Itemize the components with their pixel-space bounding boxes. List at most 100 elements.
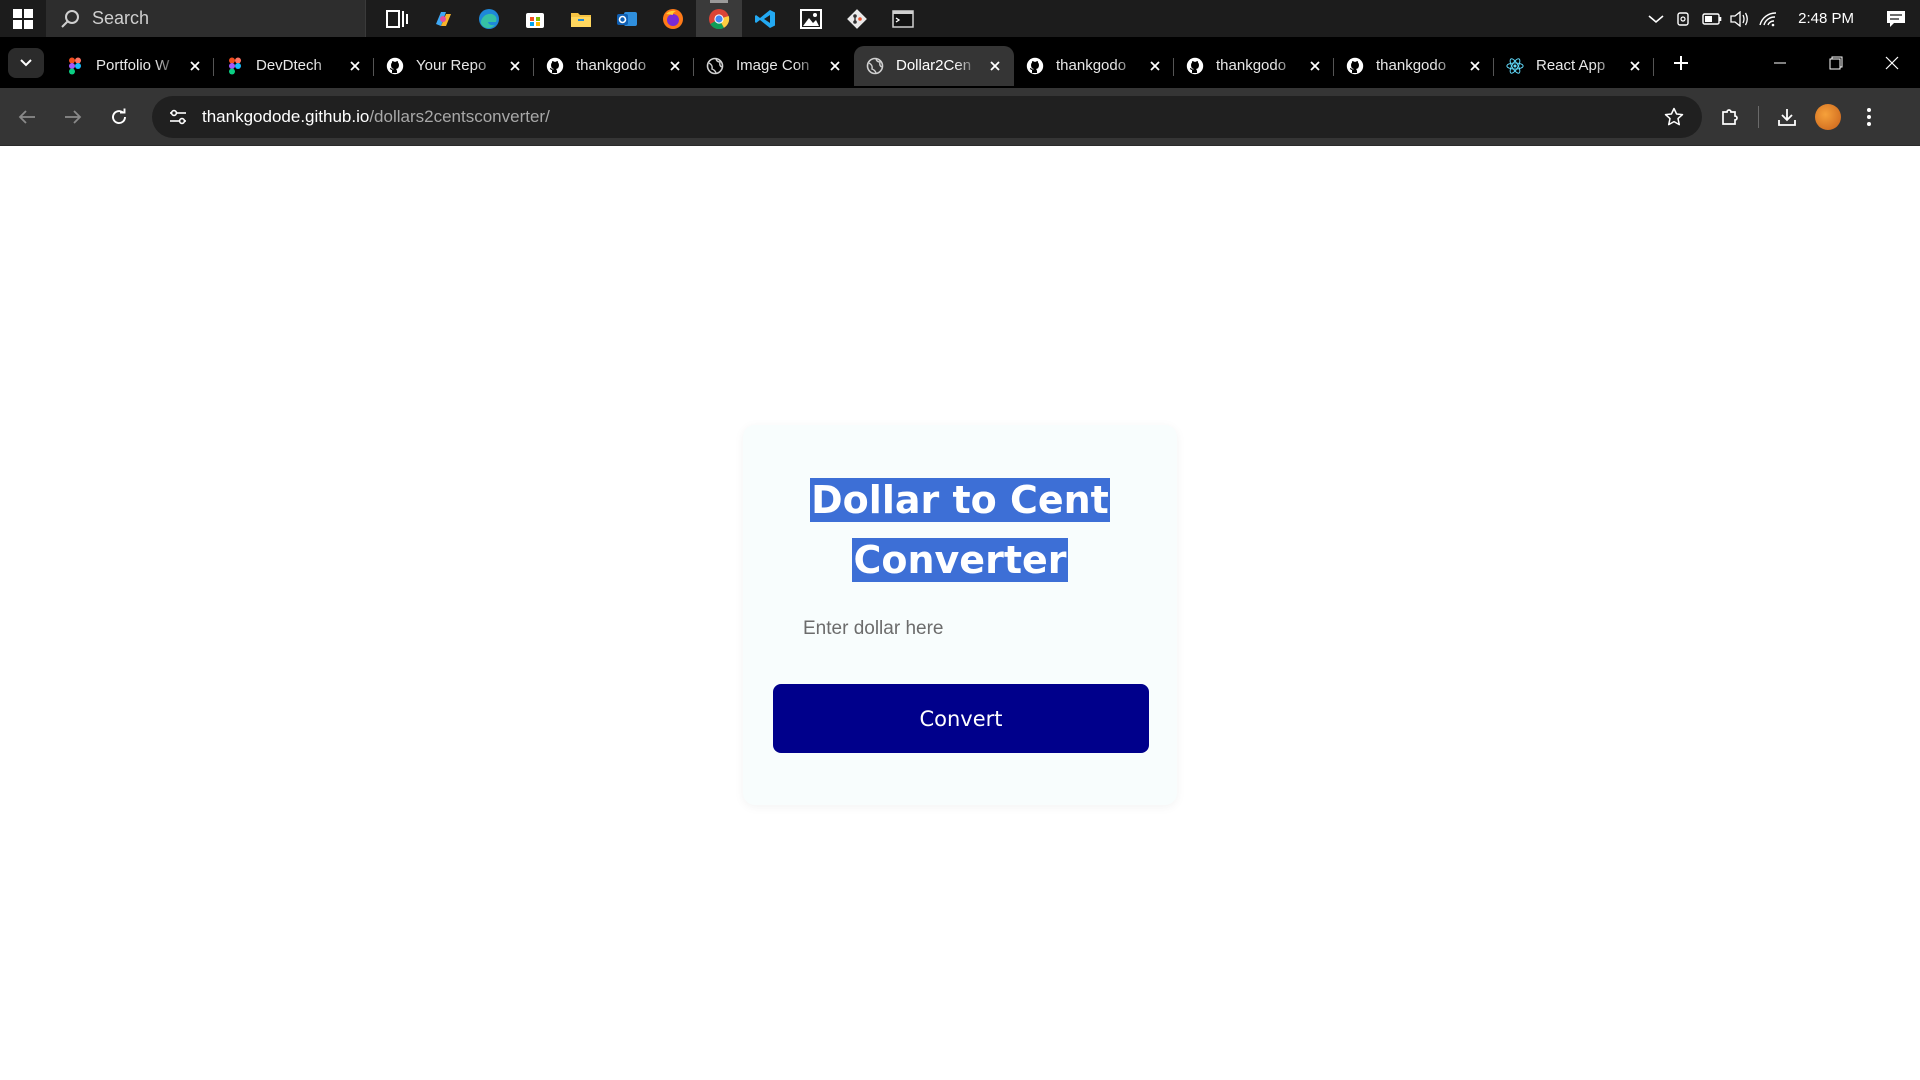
tab-close-icon[interactable] xyxy=(346,57,364,75)
browser-tab[interactable]: DevDtech xyxy=(214,46,374,86)
taskbar-app-chrome[interactable] xyxy=(696,0,742,37)
tray-meet-now[interactable] xyxy=(1670,0,1698,37)
firefox-icon xyxy=(663,8,683,29)
taskbar-app-firefox[interactable] xyxy=(650,0,696,37)
browser-tab[interactable]: thankgodo xyxy=(1174,46,1334,86)
tab-title: Your Repo xyxy=(416,57,487,74)
taskbar-app-file-explorer[interactable] xyxy=(558,0,604,37)
dollar-input[interactable] xyxy=(773,605,1149,653)
browser-tab[interactable]: Portfolio W xyxy=(54,46,214,86)
extensions-button[interactable] xyxy=(1710,97,1750,137)
taskbar-app-store[interactable] xyxy=(512,0,558,37)
restore-button[interactable] xyxy=(1808,37,1864,88)
copilot-icon xyxy=(436,11,451,26)
close-window-button[interactable] xyxy=(1864,37,1920,88)
taskbar-app-outlook[interactable] xyxy=(604,0,650,37)
photos-icon xyxy=(800,8,822,29)
tray-volume[interactable] xyxy=(1726,0,1754,37)
react-icon xyxy=(1506,57,1524,75)
browser-tab[interactable]: Image Con xyxy=(694,46,854,86)
browser-tab[interactable]: React App xyxy=(1494,46,1654,86)
tab-close-icon[interactable] xyxy=(1146,57,1164,75)
browser-tab-strip: Portfolio W DevDtech Your Repo thankgodo Ima… xyxy=(0,37,1920,88)
tray-battery[interactable] xyxy=(1698,0,1726,37)
tab-title: Portfolio W xyxy=(96,57,170,74)
active-app-indicator xyxy=(710,0,728,3)
forward-button[interactable] xyxy=(54,98,92,136)
browser-tab[interactable]: thankgodo xyxy=(534,46,694,86)
tab-close-icon[interactable] xyxy=(986,57,1004,75)
github-icon xyxy=(1346,57,1364,75)
tab-close-icon[interactable] xyxy=(1466,57,1484,75)
file-explorer-icon xyxy=(571,12,591,27)
volume-icon xyxy=(1730,10,1749,27)
vscode-icon xyxy=(755,9,775,28)
arrow-right-icon xyxy=(65,109,82,124)
profile-avatar[interactable] xyxy=(1815,103,1841,130)
taskbar-clock[interactable]: 2:48 PM xyxy=(1798,10,1854,27)
tab-close-icon[interactable] xyxy=(506,57,524,75)
browser-tab[interactable]: Dollar2Cen xyxy=(854,45,1014,86)
chevron-up-icon xyxy=(1648,14,1664,23)
windows-start-button[interactable] xyxy=(0,0,46,37)
figma-icon xyxy=(66,57,84,75)
github-icon xyxy=(546,57,564,75)
site-info-button[interactable] xyxy=(166,105,190,129)
back-button[interactable] xyxy=(8,98,46,136)
chevron-down-icon xyxy=(20,58,32,66)
bookmark-button[interactable] xyxy=(1660,103,1688,131)
star-icon xyxy=(1664,107,1684,125)
chrome-icon xyxy=(709,8,730,29)
camera-icon xyxy=(1677,11,1689,26)
windows-taskbar: Search 2:48 PM xyxy=(0,0,1920,37)
tray-wifi[interactable] xyxy=(1754,0,1782,37)
url-domain: thankgodode.github.io xyxy=(202,106,370,126)
globe-icon xyxy=(866,57,884,75)
figma-icon xyxy=(226,57,244,75)
system-tray: 2:48 PM xyxy=(1642,0,1920,37)
browser-tab[interactable]: thankgodo xyxy=(1014,46,1174,86)
converter-card: Dollar to Cent Converter Convert xyxy=(743,425,1177,805)
window-controls xyxy=(1752,37,1920,88)
taskbar-app-edge[interactable] xyxy=(466,0,512,37)
reload-button[interactable] xyxy=(100,98,138,136)
globe-icon xyxy=(706,57,724,75)
outlook-icon xyxy=(617,11,637,26)
browser-tab[interactable]: thankgodo xyxy=(1334,46,1494,86)
tab-close-icon[interactable] xyxy=(666,57,684,75)
page-viewport: Dollar to Cent Converter Convert xyxy=(0,147,1920,1080)
taskbar-app-copilot[interactable] xyxy=(420,0,466,37)
downloads-button[interactable] xyxy=(1767,97,1807,137)
convert-button[interactable]: Convert xyxy=(773,684,1149,753)
browser-tab[interactable]: Your Repo xyxy=(374,46,534,86)
notification-icon xyxy=(1887,10,1905,27)
store-icon xyxy=(526,12,544,28)
browser-menu-button[interactable] xyxy=(1849,97,1889,137)
notification-center-button[interactable] xyxy=(1882,0,1910,37)
tab-close-icon[interactable] xyxy=(186,57,204,75)
taskbar-search-box[interactable]: Search xyxy=(46,0,366,37)
taskbar-app-git[interactable] xyxy=(834,0,880,37)
taskbar-app-vscode[interactable] xyxy=(742,0,788,37)
tab-search-button[interactable] xyxy=(8,47,44,78)
wifi-icon xyxy=(1759,11,1777,26)
tab-title: Image Con xyxy=(736,57,810,74)
taskbar-app-task-view[interactable] xyxy=(374,0,420,37)
tab-close-icon[interactable] xyxy=(826,57,844,75)
tab-close-icon[interactable] xyxy=(1626,57,1644,75)
address-bar[interactable]: thankgodode.github.io/dollars2centsconve… xyxy=(152,95,1702,138)
page-title-line-1: Dollar to Cent xyxy=(810,478,1110,522)
tab-close-icon[interactable] xyxy=(1306,57,1324,75)
tab-list: Portfolio W DevDtech Your Repo thankgodo Ima… xyxy=(54,37,1654,88)
github-icon xyxy=(1026,57,1044,75)
taskbar-pinned-apps xyxy=(374,0,926,37)
tab-title: thankgodo xyxy=(1376,57,1447,74)
new-tab-button[interactable] xyxy=(1664,46,1698,80)
minimize-button[interactable] xyxy=(1752,37,1808,88)
taskbar-app-photos[interactable] xyxy=(788,0,834,37)
tray-overflow-button[interactable] xyxy=(1642,0,1670,37)
taskbar-app-terminal[interactable] xyxy=(880,0,926,37)
url-text[interactable]: thankgodode.github.io/dollars2centsconve… xyxy=(202,107,550,127)
github-icon xyxy=(386,57,404,75)
github-icon xyxy=(1186,57,1204,75)
